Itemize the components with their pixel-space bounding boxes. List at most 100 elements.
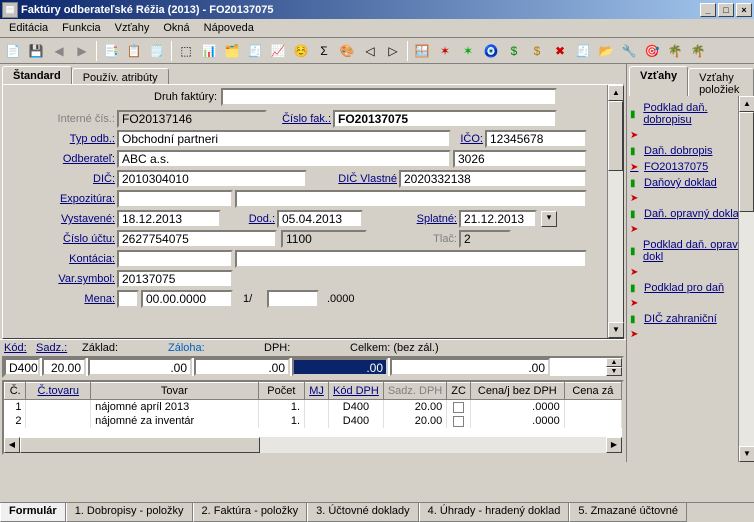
scroll-down-icon[interactable]: ▼	[606, 367, 622, 376]
summary-dph[interactable]: .00	[292, 358, 388, 376]
table-row[interactable]: 1nájomné apríl 20131.D40020.00.0000	[5, 400, 622, 415]
nav-prev-icon[interactable]: ◀	[48, 40, 70, 62]
toolbar-icon[interactable]: 🗂️	[221, 40, 243, 62]
label-expozitura[interactable]: Expozitúra:	[33, 193, 115, 205]
col-mj[interactable]: MJ	[305, 383, 329, 400]
toolbar-icon[interactable]: 📈	[267, 40, 289, 62]
scroll-thumb[interactable]	[20, 437, 260, 453]
label-vystavene[interactable]: Vystavené:	[37, 213, 115, 225]
relation-item[interactable]: ▮Daň. dobropis	[629, 143, 752, 159]
input-dic[interactable]	[117, 170, 307, 188]
relation-item[interactable]: ➤	[629, 191, 752, 206]
col-pocet[interactable]: Počet	[258, 383, 304, 400]
maximize-button[interactable]: □	[718, 3, 734, 17]
sum-icon[interactable]: Σ	[313, 40, 335, 62]
scroll-up-icon[interactable]: ▲	[608, 85, 624, 101]
menu-vztahy[interactable]: Vzťahy	[108, 20, 157, 36]
summary-zaklad[interactable]: .00	[88, 358, 192, 376]
toolbar-icon[interactable]: 📂	[595, 40, 617, 62]
relation-item[interactable]: ▮Daň. opravný doklad	[629, 206, 752, 222]
relation-item[interactable]: ▮Podklad daň. oprav. dokl	[629, 237, 752, 265]
tab-item-relations[interactable]: Vzťahy položiek	[688, 68, 754, 98]
tree-vertical-scrollbar[interactable]: ▲ ▼	[738, 96, 754, 462]
smiley-icon[interactable]: ☺️	[290, 40, 312, 62]
col-tovar[interactable]: Tovar	[91, 383, 259, 400]
checkbox[interactable]	[453, 402, 464, 413]
input-mena-datum[interactable]	[141, 290, 233, 308]
toolbar-icon[interactable]: 🎨	[336, 40, 358, 62]
input-mena-kod[interactable]	[117, 290, 139, 308]
input-vystavene[interactable]	[117, 210, 221, 228]
label-cislo-uctu[interactable]: Číslo účtu:	[39, 233, 115, 245]
input-kontacia2[interactable]	[235, 250, 587, 268]
label-kontacia[interactable]: Kontácia:	[45, 253, 115, 265]
input-dic-vlastne[interactable]	[399, 170, 587, 188]
scroll-left-icon[interactable]: ◀	[4, 437, 20, 453]
input-cislo-uctu2[interactable]	[281, 230, 367, 248]
form-vertical-scrollbar[interactable]: ▲ ▼	[607, 85, 623, 338]
toolbar-icon[interactable]: 🪟	[411, 40, 433, 62]
relation-item[interactable]: ➤	[629, 327, 752, 342]
items-grid[interactable]: Č. Č.tovaru Tovar Počet MJ Kód DPH Sadz.…	[2, 380, 624, 455]
relation-item[interactable]: ➤	[629, 265, 752, 280]
nav-next-icon[interactable]: ▶	[71, 40, 93, 62]
label-typ-odb[interactable]: Typ odb.:	[43, 133, 115, 145]
label-cislo-fak[interactable]: Číslo fak.:	[271, 113, 331, 125]
scroll-up-icon[interactable]: ▲	[739, 96, 754, 112]
scroll-down-icon[interactable]: ▼	[739, 446, 754, 462]
col-cenaza[interactable]: Cena zá	[564, 383, 621, 400]
input-druh-faktury[interactable]	[221, 88, 557, 106]
toolbar-icon[interactable]: 🔧	[618, 40, 640, 62]
col-c[interactable]: Č.	[5, 383, 26, 400]
toolbar-icon[interactable]: 🎯	[641, 40, 663, 62]
input-odberatel[interactable]	[117, 150, 451, 168]
relations-tree[interactable]: ▮Podklad daň. dobropisu➤▮Daň. dobropis➤F…	[627, 96, 754, 462]
relation-item[interactable]: ➤FO20137075	[629, 159, 752, 175]
input-kontacia[interactable]	[117, 250, 233, 268]
toolbar-icon[interactable]: 🌴	[664, 40, 686, 62]
menu-editacia[interactable]: Editácia	[2, 20, 55, 36]
col-zc[interactable]: ZC	[447, 383, 471, 400]
toolbar-icon[interactable]: 🌴	[687, 40, 709, 62]
checkbox[interactable]	[453, 416, 464, 427]
label-ico[interactable]: IČO:	[455, 133, 483, 145]
menu-okna[interactable]: Okná	[156, 20, 196, 36]
relation-item[interactable]: ▮DIČ zahraniční	[629, 311, 752, 327]
relation-item[interactable]: ➤	[629, 128, 752, 143]
relation-item[interactable]: ➤	[629, 296, 752, 311]
input-typ-odb[interactable]	[117, 130, 451, 148]
label-splatne[interactable]: Splatné:	[399, 213, 457, 225]
input-ico[interactable]	[485, 130, 587, 148]
scroll-down-icon[interactable]: ▼	[608, 322, 624, 338]
input-cislo-uctu[interactable]	[117, 230, 277, 248]
minimize-button[interactable]: _	[700, 3, 716, 17]
col-kod-dph[interactable]: Kód DPH	[328, 383, 383, 400]
input-odberatel-kod[interactable]	[453, 150, 587, 168]
input-varsymbol[interactable]	[117, 270, 233, 288]
scroll-up-icon[interactable]: ▲	[606, 358, 622, 367]
grid-horizontal-scrollbar[interactable]: ◀ ▶	[4, 437, 622, 453]
input-cislo-fak[interactable]	[333, 110, 557, 128]
dollar-icon[interactable]: $	[503, 40, 525, 62]
menu-napoveda[interactable]: Nápoveda	[197, 20, 261, 36]
col-cenaj[interactable]: Cena/j bez DPH	[470, 383, 564, 400]
toolbar-icon[interactable]: 📊	[198, 40, 220, 62]
toolbar-icon[interactable]: 📑	[100, 40, 122, 62]
summary-sadz[interactable]: 20.00	[42, 358, 86, 376]
scroll-thumb[interactable]	[739, 112, 754, 212]
toolbar-icon[interactable]: 🗒️	[146, 40, 168, 62]
star-icon[interactable]: ✶	[434, 40, 456, 62]
btab-2[interactable]: 2. Faktúra - položky	[193, 503, 308, 522]
calendar-button[interactable]: ▾	[541, 211, 557, 227]
col-ctovaru[interactable]: Č.tovaru	[26, 383, 91, 400]
label-mena[interactable]: Mena:	[69, 293, 115, 305]
summary-celkem[interactable]: .00	[390, 358, 550, 376]
label-dic-vlastne[interactable]: DIČ Vlastné	[317, 173, 397, 185]
input-tlac[interactable]	[459, 230, 511, 248]
input-expozitura1[interactable]	[117, 190, 233, 208]
col-sadz-dph[interactable]: Sadz. DPH	[383, 383, 446, 400]
label-varsymbol[interactable]: Var.symbol:	[31, 273, 115, 285]
tab-standard[interactable]: Štandard	[2, 66, 72, 84]
label-dic[interactable]: DIČ:	[69, 173, 115, 185]
btab-4[interactable]: 4. Úhrady - hradený doklad	[419, 503, 570, 522]
